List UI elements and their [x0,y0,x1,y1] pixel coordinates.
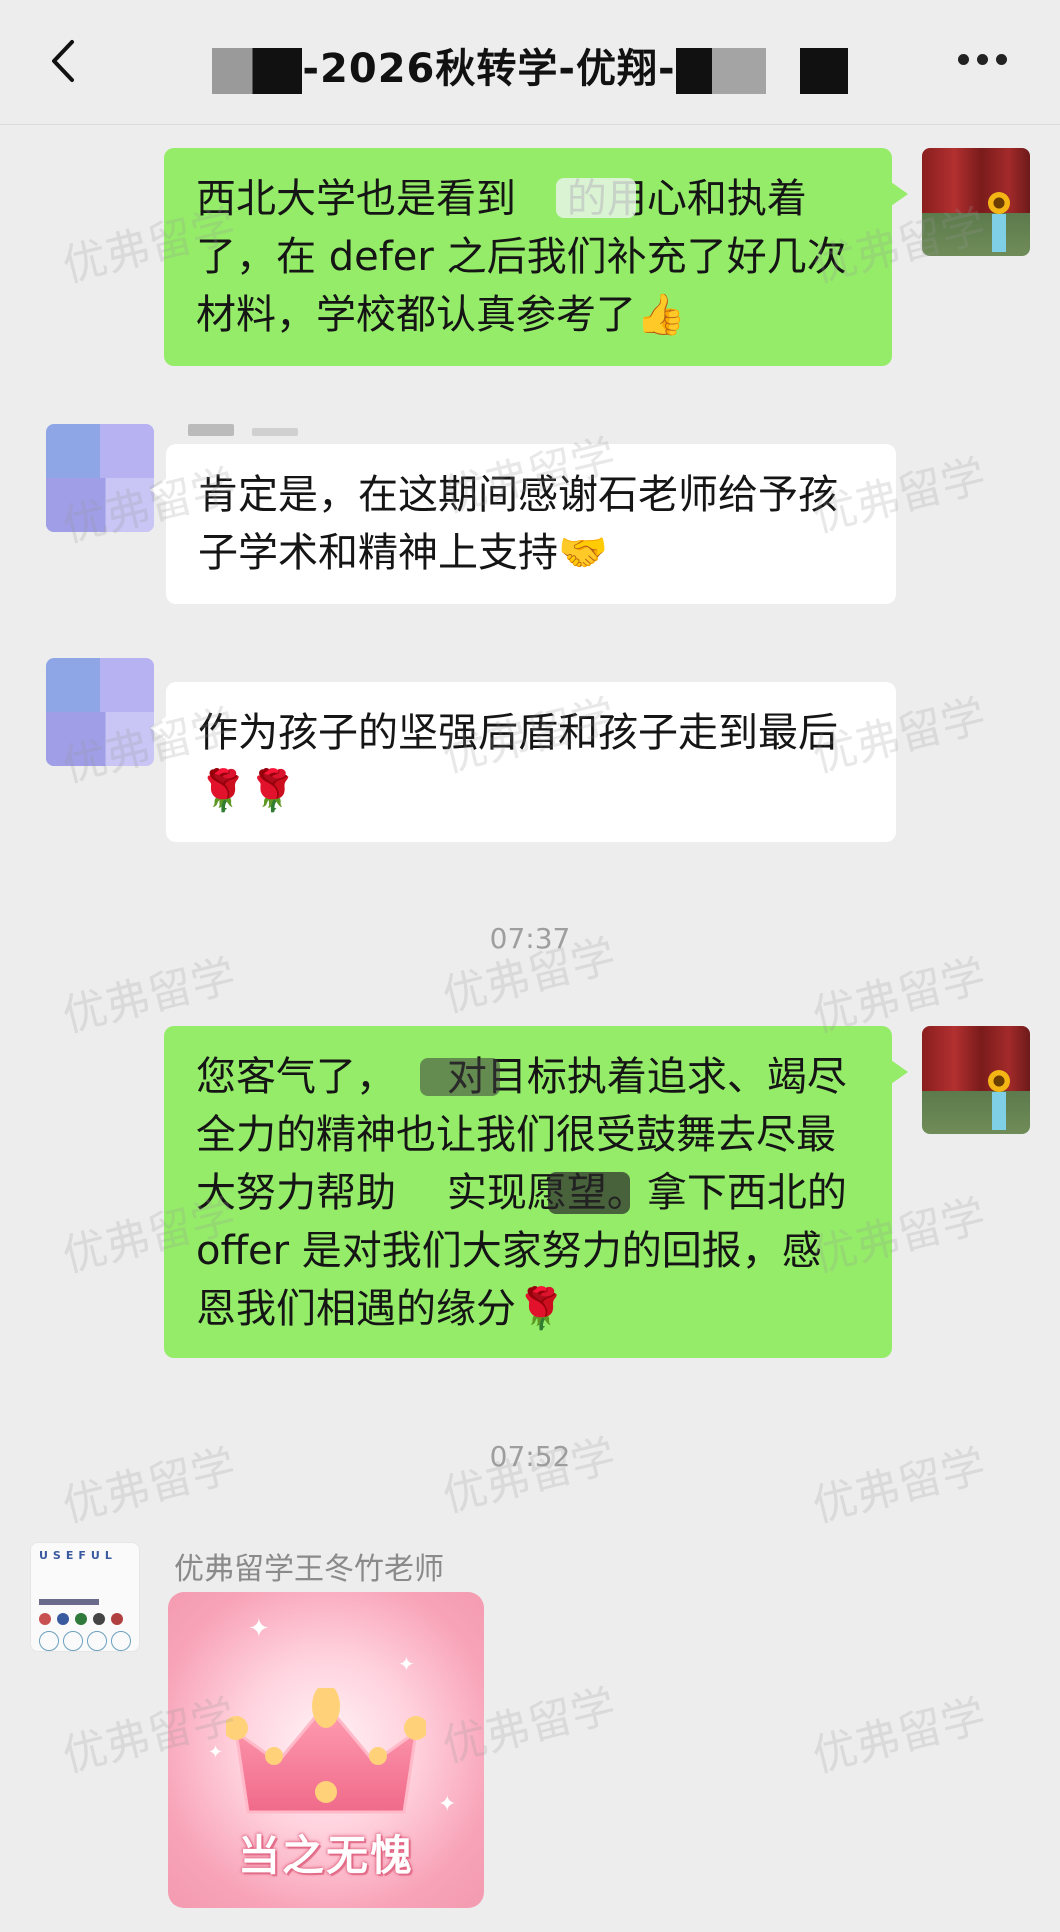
sunflower-icon [988,192,1010,214]
redacted-name [420,1058,500,1096]
chat-header: -2026秋转学-优翔- [0,0,1060,125]
more-icon-dot [996,54,1007,65]
more-icon [958,54,969,65]
sparkle-icon: ✦ [398,1652,415,1676]
crown-sticker[interactable]: ✦ ✦ ✦ ✦ 当之无愧 [168,1592,484,1908]
badge-icon [87,1631,107,1651]
chat-title: -2026秋转学-优翔- [0,36,1060,94]
redacted-nickname [188,424,234,436]
badge-icon [39,1631,59,1651]
message-bubble-incoming[interactable]: 作为孩子的坚强后盾和孩子走到最后🌹🌹 [150,682,896,842]
contact-avatar[interactable] [46,658,154,766]
useful-logo: USEFUL [39,1549,117,1562]
more-button[interactable] [958,54,1008,68]
contact-avatar[interactable] [46,424,154,532]
sparkle-icon: ✦ [438,1792,457,1817]
redacted-block [675,48,766,94]
redacted-name [548,1172,630,1214]
vase-icon [992,1092,1006,1130]
crown-icon [226,1688,426,1814]
timestamp: 07:52 [489,1440,571,1473]
sticker-caption: 当之无愧 [237,1831,414,1880]
redacted-nickname [252,428,298,436]
redacted-block [212,48,303,94]
my-avatar[interactable] [922,1026,1030,1134]
vase-icon [992,214,1006,252]
redacted-name [556,178,636,218]
message-bubble-outgoing[interactable]: 西北大学也是看到 的用心和执着了，在 defer 之后我们补充了好几次材料，学校… [164,148,908,366]
message-bubble-incoming[interactable]: 肯定是，在这期间感谢石老师给予孩子学术和精神上支持🤝 [150,444,896,604]
more-icon-dot [977,54,988,65]
my-avatar[interactable] [922,148,1030,256]
sender-nickname: 优弗留学王冬竹老师 [174,1552,444,1587]
school-logo-icon [57,1613,69,1625]
school-logo-icon [93,1613,105,1625]
badge-icon [63,1631,83,1651]
timestamp: 07:37 [489,922,571,955]
avatar-banner [39,1599,99,1605]
sparkle-icon: ✦ [208,1742,224,1763]
school-logo-icon [39,1613,51,1625]
teacher-avatar[interactable]: USEFUL [30,1542,140,1652]
badge-icon [111,1631,131,1651]
message-bubble-outgoing[interactable]: 您客气了， 对目标执着追求、竭尽全力的精神也让我们很受鼓舞去尽最大努力帮助 实现… [164,1026,908,1358]
redacted-block [799,48,848,94]
school-logo-icon [111,1613,123,1625]
school-logo-icon [75,1613,87,1625]
watermark: 优弗留学 [807,1690,991,1783]
sunflower-icon [988,1070,1010,1092]
sparkle-icon: ✦ [248,1614,270,1644]
